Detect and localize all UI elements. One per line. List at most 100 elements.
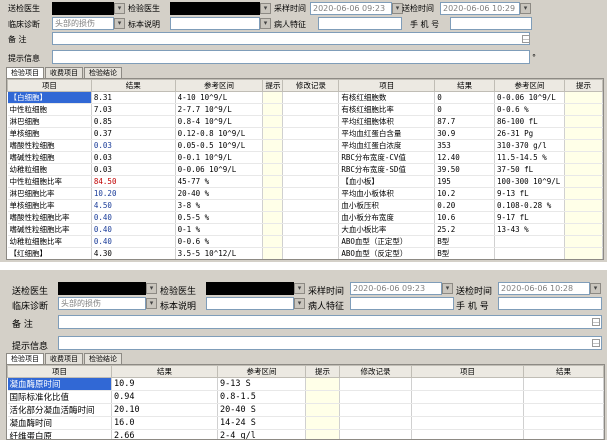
item-cell[interactable]: 平均血红蛋白浓度: [338, 139, 436, 152]
reference-cell[interactable]: 14-24 S: [217, 416, 306, 430]
table-row[interactable]: 淋巴细胞 0.85 0.8-4 10^9/L 平均红细胞体积 87.7 86-100 fL: [7, 115, 603, 128]
reference-cell[interactable]: 0-0.6 %: [494, 103, 566, 116]
result-cell[interactable]: 87.7: [434, 115, 496, 128]
result-cell[interactable]: 7.03: [91, 103, 176, 116]
chevron-down-icon[interactable]: ▾: [260, 18, 271, 29]
result-cell[interactable]: 8.31: [91, 91, 176, 104]
reference-cell[interactable]: 13-43 %: [494, 223, 566, 236]
result-cell[interactable]: 39.50: [434, 163, 496, 176]
table-row[interactable]: 中性粒细胞 7.03 2-7.7 10^9/L 有核红细胞比率 0 0-0.6 %: [7, 103, 603, 116]
tip-cell[interactable]: [564, 151, 603, 164]
result-cell[interactable]: 0.94: [111, 390, 218, 404]
modify-log-cell[interactable]: [339, 377, 412, 391]
item-cell[interactable]: 幼稚粒细胞: [7, 163, 92, 176]
col-reference-right[interactable]: 参考区间: [494, 79, 566, 92]
result-cell[interactable]: 30.9: [434, 127, 496, 140]
phone-field[interactable]: [498, 297, 602, 310]
modify-log-cell[interactable]: [282, 127, 340, 140]
modify-log-cell[interactable]: [282, 151, 340, 164]
item-cell[interactable]: RBC分布宽度-CV值: [338, 151, 436, 164]
modify-log-cell[interactable]: [282, 175, 340, 188]
reference-cell[interactable]: 0-1 %: [175, 223, 264, 236]
chevron-down-icon[interactable]: ▾: [294, 298, 305, 309]
tip-cell[interactable]: [262, 103, 284, 116]
reference-cell[interactable]: 0.12-0.8 10^9/L: [175, 127, 264, 140]
table-row[interactable]: 淋巴细胞比率 10.20 20-40 % 平均血小板体积 10.2 9-13 fL: [7, 187, 603, 200]
chevron-down-icon[interactable]: ▾: [260, 3, 271, 14]
result-cell[interactable]: [523, 403, 604, 417]
sample-time-field[interactable]: 2020-06-06 09:23: [350, 282, 442, 295]
result-cell[interactable]: 0.03: [91, 163, 176, 176]
reference-cell[interactable]: 3.5-5 10^12/L: [175, 247, 264, 259]
reference-cell[interactable]: 0.8-1.5: [217, 390, 306, 404]
calendar-dropdown-icon[interactable]: ▾: [590, 283, 601, 294]
result-cell[interactable]: 20.10: [111, 403, 218, 417]
patient-feature-field[interactable]: [318, 17, 402, 30]
result-cell[interactable]: 阳性: [435, 260, 495, 261]
item-cell[interactable]: 平均血红蛋白含量: [338, 127, 436, 140]
item-cell[interactable]: 淋巴细胞比率: [7, 187, 92, 200]
item-cell[interactable]: 凝血酶时间: [7, 416, 112, 430]
reference-cell[interactable]: 9-13 S: [217, 377, 306, 391]
tip-cell[interactable]: [262, 199, 284, 212]
item-cell[interactable]: 嗜酸性粒细胞: [7, 139, 92, 152]
chevron-down-icon[interactable]: ▾: [146, 298, 157, 309]
table-row[interactable]: 嗜碱性粒细胞比率 0.40 0-1 % 大血小板比率 25.2 13-43 %: [7, 223, 603, 236]
reference-cell[interactable]: 0.5-5 %: [175, 211, 264, 224]
item-cell[interactable]: 有核红细胞数: [338, 91, 436, 104]
reference-cell[interactable]: 11.5-14.5 %: [494, 151, 566, 164]
result-cell[interactable]: 0.85: [91, 115, 176, 128]
col-tip[interactable]: 提示: [262, 79, 284, 92]
tip-cell[interactable]: [262, 127, 284, 140]
tip-cell[interactable]: [564, 163, 603, 176]
table-row[interactable]: 嗜碱性粒细胞 0.03 0-0.1 10^9/L RBC分布宽度-CV值 12.40 11…: [7, 151, 603, 164]
item-cell[interactable]: 凝血酶原时间: [7, 377, 112, 391]
reference-cell[interactable]: 20-40 %: [175, 187, 264, 200]
modify-log-cell[interactable]: [339, 403, 412, 417]
col-modify-log[interactable]: 修改记录: [282, 79, 340, 92]
tip-cell[interactable]: [262, 175, 284, 188]
diagnosis-field[interactable]: 头部的损伤: [58, 297, 146, 310]
reference-cell[interactable]: 0.05-0.5 10^9/L: [175, 139, 264, 152]
item-cell[interactable]: 血小板压积: [338, 199, 436, 212]
tip-cell[interactable]: [262, 247, 284, 259]
item-cell[interactable]: ABO血型（正定型）: [338, 235, 436, 248]
modify-log-cell[interactable]: [339, 429, 412, 439]
reference-cell[interactable]: 45-77 %: [175, 175, 264, 188]
modify-log-cell[interactable]: [282, 163, 340, 176]
table-row[interactable]: 活化部分凝血活酶时间 20.10 20-40 S: [7, 403, 604, 417]
specimen-note-field[interactable]: [206, 297, 294, 310]
tip-cell[interactable]: [564, 91, 603, 104]
item-cell[interactable]: [411, 416, 524, 430]
modify-log-cell[interactable]: [339, 390, 412, 404]
table-row[interactable]: 国际标准化比值 0.94 0.8-1.5: [7, 390, 604, 404]
remark-field[interactable]: [58, 315, 602, 329]
more-icon[interactable]: …: [522, 35, 530, 43]
reference-cell[interactable]: 37-50 fL: [494, 163, 566, 176]
col-result-right[interactable]: 结果: [434, 79, 496, 92]
tip-cell[interactable]: [262, 235, 284, 248]
hint-field[interactable]: [58, 336, 602, 350]
col-result-right[interactable]: 结果: [523, 365, 604, 378]
patient-feature-field[interactable]: [350, 297, 454, 310]
calendar-dropdown-icon[interactable]: ▾: [520, 3, 531, 14]
reference-cell[interactable]: 0-0.1 10^9/L: [175, 151, 264, 164]
result-cell[interactable]: 84.50: [91, 175, 176, 188]
item-cell[interactable]: 嗜碱性粒细胞比率: [7, 223, 92, 236]
item-cell[interactable]: [411, 377, 524, 391]
table-row[interactable]: 单核细胞 0.37 0.12-0.8 10^9/L 平均血红蛋白含量 30.9 26-31…: [7, 127, 603, 140]
reference-cell[interactable]: [494, 247, 566, 259]
reference-cell[interactable]: 3-8 %: [175, 199, 264, 212]
table-row[interactable]: 嗜酸性粒细胞比率 0.40 0.5-5 % 血小板分布宽度 10.6 9-17 fL: [7, 211, 603, 224]
result-cell[interactable]: 0.20: [434, 199, 496, 212]
inspect-doctor-field[interactable]: [206, 282, 294, 295]
chevron-down-icon[interactable]: ▾: [146, 283, 157, 294]
reference-cell[interactable]: 0.8-4 10^9/L: [175, 115, 264, 128]
result-cell[interactable]: [523, 429, 604, 439]
reference-cell[interactable]: 26-31 Pg: [494, 127, 566, 140]
result-cell[interactable]: B型: [434, 247, 496, 259]
sample-time-field[interactable]: 2020-06-06 09:23: [310, 2, 392, 15]
tip-cell[interactable]: [262, 163, 284, 176]
tip-cell[interactable]: [564, 235, 603, 248]
calendar-dropdown-icon[interactable]: ▾: [442, 283, 453, 294]
